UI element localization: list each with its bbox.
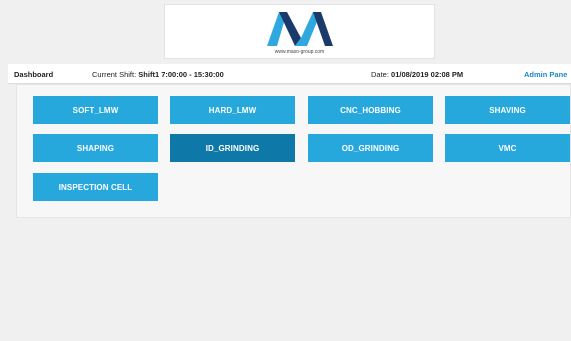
shift-value: Shift1 7:00:00 - 15:30:00 — [138, 70, 224, 79]
machine-button-hard-lmw[interactable]: HARD_LMW — [170, 96, 295, 124]
date-value: 01/08/2019 02:08 PM — [391, 70, 464, 79]
status-bar: Dashboard Current Shift: Shift1 7:00:00 … — [8, 64, 571, 84]
logo-url-text: www.maso-group.com — [274, 49, 325, 55]
maso-logo-icon — [267, 12, 333, 46]
machine-panel: SOFT_LMW HARD_LMW CNC_HOBBING SHAVING SH… — [16, 84, 571, 218]
machine-button-id-grinding[interactable]: ID_GRINDING — [170, 134, 295, 162]
company-logo: www.maso-group.com — [164, 4, 435, 59]
admin-panel-link[interactable]: Admin Pane — [524, 70, 567, 79]
machine-button-vmc[interactable]: VMC — [445, 134, 570, 162]
machine-button-od-grinding[interactable]: OD_GRINDING — [308, 134, 433, 162]
machine-button-shaping[interactable]: SHAPING — [33, 134, 158, 162]
current-date: Date: 01/08/2019 02:08 PM — [371, 70, 463, 79]
current-shift: Current Shift: Shift1 7:00:00 - 15:30:00 — [92, 70, 224, 79]
machine-button-inspection-cell[interactable]: INSPECTION CELL — [33, 173, 158, 201]
machine-button-cnc-hobbing[interactable]: CNC_HOBBING — [308, 96, 433, 124]
shift-label: Current Shift: — [92, 70, 137, 79]
empty-content-area — [8, 219, 571, 341]
machine-button-shaving[interactable]: SHAVING — [445, 96, 570, 124]
date-label: Date: — [371, 70, 389, 79]
machine-button-soft-lmw[interactable]: SOFT_LMW — [33, 96, 158, 124]
dashboard-title: Dashboard — [14, 70, 54, 79]
